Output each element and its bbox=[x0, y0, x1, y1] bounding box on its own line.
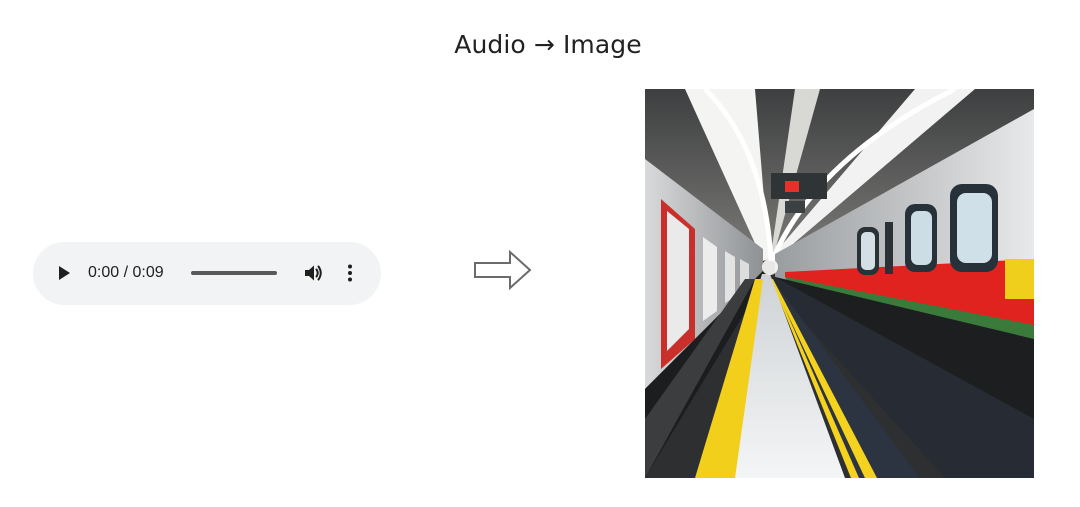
progress-track bbox=[191, 271, 277, 275]
play-button[interactable] bbox=[55, 262, 75, 284]
more-vert-icon bbox=[348, 264, 352, 282]
subway-station-image bbox=[645, 89, 1034, 478]
play-icon bbox=[59, 266, 70, 280]
page-title: Audio → Image bbox=[454, 30, 642, 59]
time-display: 0:00 / 0:09 bbox=[88, 264, 164, 281]
progress-slider[interactable] bbox=[191, 268, 277, 278]
volume-icon bbox=[305, 265, 322, 281]
volume-button[interactable] bbox=[303, 262, 325, 284]
right-arrow-icon bbox=[472, 248, 534, 292]
more-options-button[interactable] bbox=[342, 262, 358, 284]
